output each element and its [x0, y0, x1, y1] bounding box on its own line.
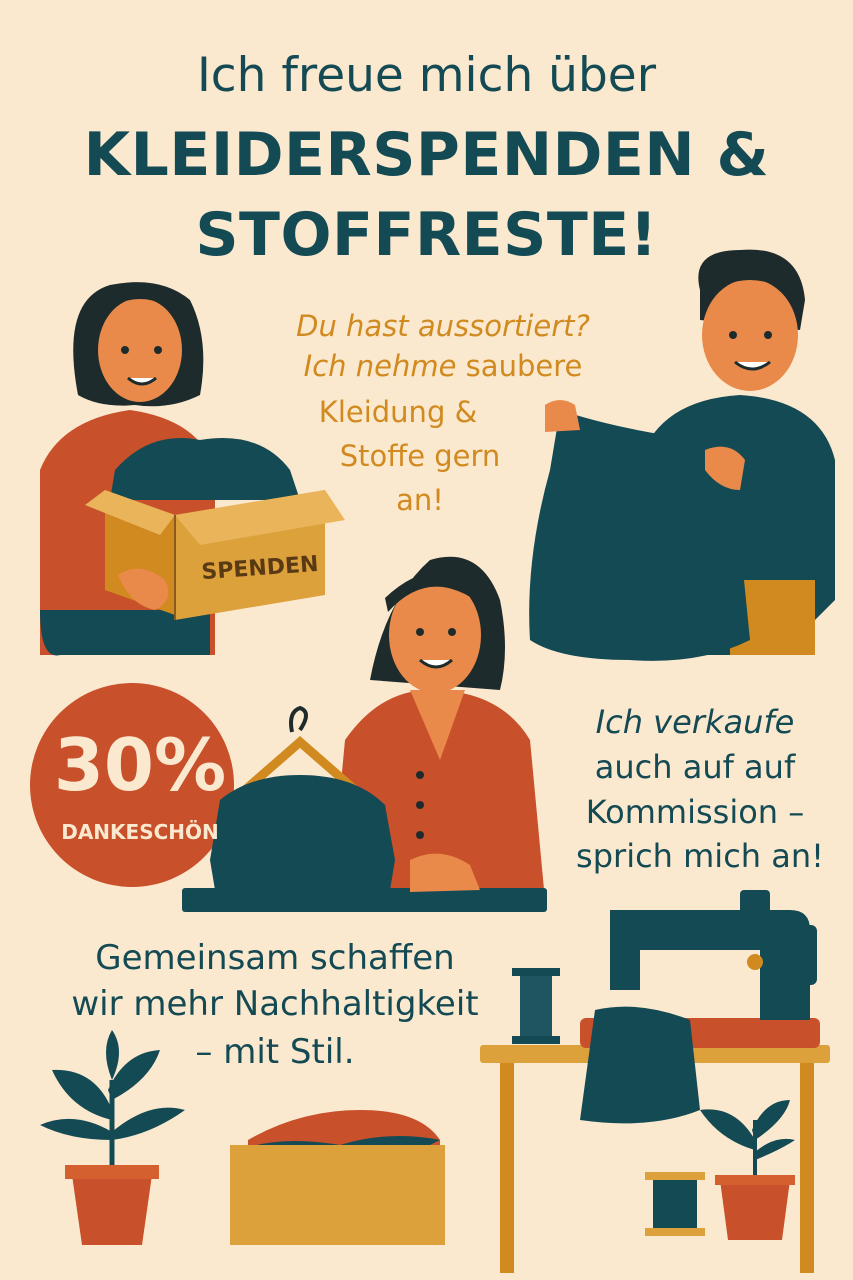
- donation-text-line-2-rest: saubere: [456, 349, 583, 383]
- donation-text-line-5: an!: [396, 483, 444, 517]
- commission-text-line-2: auch auf auf: [594, 748, 796, 786]
- commission-text-line-3: Kommission –: [585, 793, 805, 831]
- commission-text-line-4: sprich mich an!: [576, 837, 824, 875]
- thread-spool-icon-2: [645, 1172, 705, 1236]
- badge-percent: 30%: [53, 723, 227, 807]
- closing-text-line-1: Gemeinsam schaffen: [95, 938, 455, 978]
- closing-text-line-2: wir mehr Nachhaltigkeit: [71, 984, 479, 1024]
- headline-line-3: STOFFRESTE!: [195, 200, 658, 270]
- poster: Ich freue mich über KLEIDERSPENDEN & STO…: [0, 0, 853, 1280]
- closing-text-line-3: – mit Stil.: [195, 1032, 355, 1072]
- donation-text-line-2-italic: Ich nehme: [303, 349, 457, 383]
- fabric-box-illustration: [230, 1110, 445, 1245]
- headline-line-2: KLEIDERSPENDEN &: [83, 120, 770, 190]
- headline-line-1: Ich freue mich über: [196, 48, 657, 103]
- donation-text-line-1: Du hast aussortiert?: [296, 309, 590, 343]
- badge-label: DANKESCHÖN: [61, 820, 219, 844]
- donation-text-line-2: Ich nehme saubere: [248, 346, 638, 386]
- donation-text-line-3: Kleidung &: [318, 395, 478, 429]
- plant-icon-right: [700, 1100, 795, 1240]
- commission-text-line-1: Ich verkaufe: [595, 703, 795, 741]
- donation-text-line-4: Stoffe gern: [339, 439, 501, 473]
